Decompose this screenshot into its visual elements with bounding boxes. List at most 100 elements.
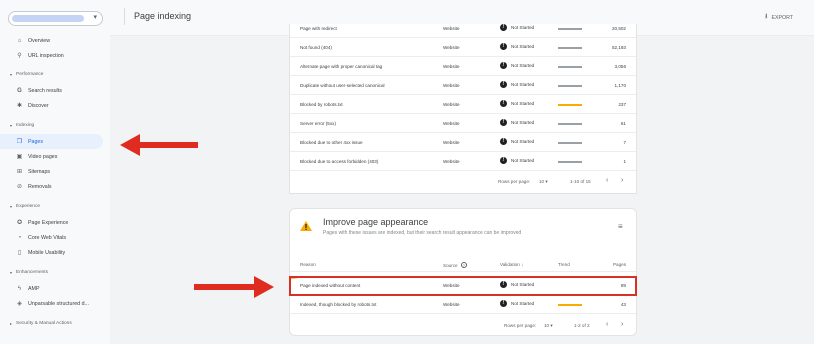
- collapse-icon: ▾: [10, 204, 13, 209]
- table-row[interactable]: Server error (5xx) Website ! Not Started …: [290, 114, 636, 133]
- export-button[interactable]: ⭳ EXPORT: [765, 12, 793, 23]
- column-header-pages[interactable]: Pages: [613, 262, 626, 267]
- info-icon: !: [500, 157, 507, 164]
- sidebar-item-video-pages[interactable]: ▣ Video pages: [0, 149, 103, 164]
- sidebar-item-label: AMP: [28, 285, 40, 292]
- prev-page-icon[interactable]: ‹: [606, 177, 608, 184]
- next-page-icon[interactable]: ›: [621, 177, 623, 184]
- section-security-manual-actions[interactable]: ▸ Security & Manual Actions: [10, 321, 72, 326]
- collapse-icon: ▾: [10, 123, 13, 128]
- info-icon: !: [500, 24, 507, 31]
- property-name-redacted: [12, 15, 84, 22]
- validation-status: Not Started: [511, 158, 535, 163]
- table-pagination: Rows per page: 10 ▾ 1-10 of 15 ‹ ›: [290, 173, 636, 191]
- sidebar-item-amp[interactable]: ϟ AMP: [0, 281, 103, 296]
- trend-sparkline: [558, 142, 582, 144]
- source-cell: Website: [443, 302, 460, 307]
- table-row[interactable]: Blocked due to access forbidden (403) We…: [290, 152, 636, 171]
- sidebar-item-removals[interactable]: ⊘ Removals: [0, 179, 103, 194]
- validation-status: Not Started: [511, 301, 535, 306]
- table-row[interactable]: Duplicate without user-selected canonica…: [290, 76, 636, 95]
- card-description: Pages with these issues are indexed, but…: [323, 230, 522, 236]
- filter-icon[interactable]: ≡: [618, 222, 623, 231]
- sidebar-item-search-results[interactable]: G Search results: [0, 83, 103, 98]
- prev-page-icon[interactable]: ‹: [606, 321, 608, 328]
- column-header-validation[interactable]: Validation ↓: [500, 262, 523, 267]
- divider: [124, 8, 125, 25]
- trend-sparkline: [558, 47, 582, 49]
- sidebar-item-mobile-usability[interactable]: ▯ Mobile Usability: [0, 245, 103, 260]
- sidebar-item-page-experience[interactable]: ✪ Page Experience: [0, 215, 103, 230]
- video-pages-icon: ▣: [16, 154, 23, 160]
- sidebar-item-discover[interactable]: ✱ Discover: [0, 98, 103, 113]
- table-row[interactable]: Blocked by robots.txt Website ! Not Start…: [290, 95, 636, 114]
- sidebar-item-sitemaps[interactable]: ⊞ Sitemaps: [0, 164, 103, 179]
- reason-cell: Blocked by robots.txt: [300, 102, 343, 107]
- validation-cell: ! Not Started: [500, 138, 534, 145]
- table-row[interactable]: Indexed, though blocked by robots.txt We…: [290, 295, 636, 314]
- pages-icon: ❐: [16, 139, 23, 145]
- google-g-icon: G: [17, 87, 22, 94]
- table-row[interactable]: Page with redirect Website ! Not Started …: [290, 19, 636, 38]
- next-page-icon[interactable]: ›: [621, 321, 623, 328]
- validation-status: Not Started: [511, 44, 535, 49]
- rows-per-page-value: 10: [539, 179, 545, 184]
- info-icon: !: [500, 43, 507, 50]
- column-header-label: Validation: [500, 262, 520, 267]
- source-cell: Website: [443, 102, 460, 107]
- sidebar-item-unparsable-structured-data[interactable]: ◈ Unparsable structured d...: [0, 296, 103, 311]
- reason-cell: Blocked due to access forbidden (403): [300, 159, 379, 164]
- reason-cell: Alternate page with proper canonical tag: [300, 64, 383, 69]
- sidebar-item-label: URL inspection: [28, 52, 64, 59]
- rows-per-page-select[interactable]: 10 ▾: [544, 323, 553, 329]
- bolt-icon: ϟ: [17, 285, 22, 292]
- column-header-label: Source: [443, 263, 458, 268]
- sidebar-item-label: Core Web Vitals: [28, 234, 67, 241]
- trend-sparkline: [558, 161, 582, 163]
- section-experience[interactable]: ▾ Experience: [10, 204, 40, 209]
- validation-status: Not Started: [511, 120, 535, 125]
- table-pagination: Rows per page: 10 ▾ 1-2 of 2 ‹ ›: [290, 317, 636, 335]
- rows-per-page-select[interactable]: 10 ▾: [539, 179, 548, 185]
- download-icon: ⭳: [765, 13, 768, 20]
- home-icon: ⌂: [17, 37, 22, 44]
- reason-cell: Duplicate without user-selected canonica…: [300, 83, 385, 88]
- info-icon: !: [500, 119, 507, 126]
- rows-per-page-label: Rows per page:: [504, 323, 537, 328]
- sidebar-item-url-inspection[interactable]: ⚲ URL inspection: [0, 48, 103, 63]
- highlight-box: [289, 276, 637, 296]
- trend-sparkline: [558, 66, 582, 68]
- table-row[interactable]: Alternate page with proper canonical tag…: [290, 57, 636, 76]
- search-icon: ⚲: [17, 53, 22, 59]
- sidebar-item-overview[interactable]: ⌂ Overview: [0, 33, 103, 48]
- table-row[interactable]: Blocked due to other 4xx issue Website !…: [290, 133, 636, 152]
- sidebar-item-pages[interactable]: ❐ Pages: [0, 134, 103, 149]
- section-label: Security & Manual Actions: [16, 321, 72, 326]
- validation-cell: ! Not Started: [500, 43, 534, 50]
- pages-cell: 43: [620, 302, 626, 307]
- sidebar-item-label: Page Experience: [28, 219, 69, 226]
- source-cell: Website: [443, 140, 460, 145]
- sort-arrow-down-icon: ↓: [521, 262, 524, 267]
- validation-cell: ! Not Started: [500, 300, 534, 307]
- section-indexing[interactable]: ▾ Indexing: [10, 123, 34, 128]
- section-label: Enhancements: [16, 270, 49, 275]
- collapse-icon: ▾: [10, 72, 13, 77]
- validation-status: Not Started: [511, 25, 535, 30]
- property-selector[interactable]: ▾: [8, 11, 103, 26]
- help-icon[interactable]: ?: [460, 262, 467, 268]
- section-enhancements[interactable]: ▾ Enhancements: [10, 270, 48, 275]
- validation-status: Not Started: [511, 63, 535, 68]
- sidebar-item-core-web-vitals[interactable]: ◔ Core Web Vitals: [0, 230, 103, 245]
- column-header-source[interactable]: Source?: [443, 262, 467, 268]
- validation-status: Not Started: [511, 139, 535, 144]
- column-header-reason[interactable]: Reason: [300, 262, 316, 267]
- source-cell: Website: [443, 45, 460, 50]
- warning-icon: [300, 221, 312, 231]
- red-arrow-right-icon: [194, 276, 274, 298]
- table-row[interactable]: Not found (404) Website ! Not Started 52,…: [290, 38, 636, 57]
- validation-cell: ! Not Started: [500, 119, 534, 126]
- pages-cell: 3,056: [614, 64, 627, 69]
- section-performance[interactable]: ▾ Performance: [10, 72, 43, 77]
- source-cell: Website: [443, 121, 460, 126]
